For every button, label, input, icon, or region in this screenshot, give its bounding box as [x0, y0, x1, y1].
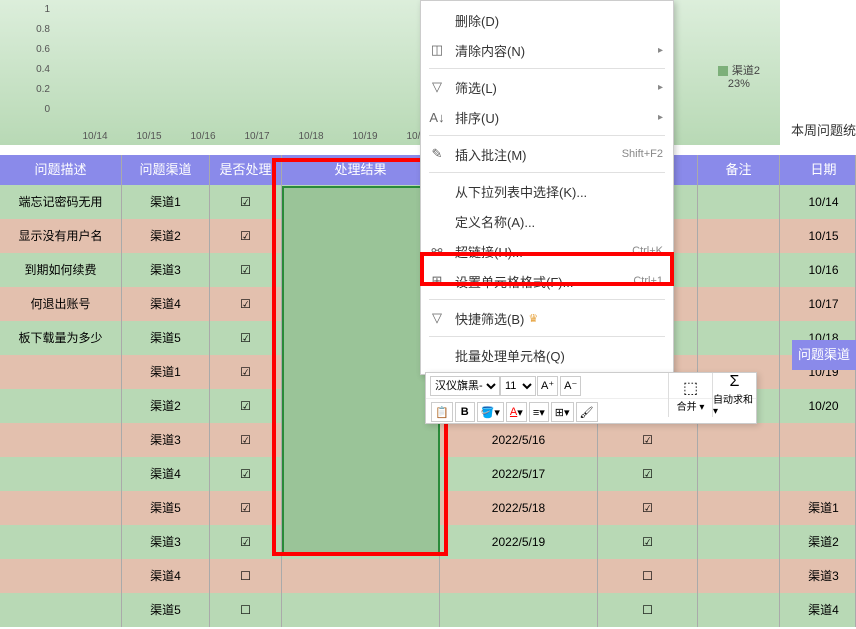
header-rdate[interactable]: 日期: [792, 155, 856, 185]
menu-sort[interactable]: A↓排序(U)▸: [421, 102, 673, 132]
context-menu: 删除(D) ◫清除内容(N)▸ ▽筛选(L)▸ A↓排序(U)▸ ✎插入批注(M…: [420, 0, 674, 375]
align-button[interactable]: ≡▾: [529, 402, 549, 422]
y-axis: 10.80.60.40.20: [30, 0, 50, 120]
font-color-button[interactable]: A▾: [506, 402, 527, 422]
header-channel[interactable]: 问题渠道: [122, 155, 210, 185]
increase-font-button[interactable]: A⁺: [537, 376, 558, 396]
table-row[interactable]: 渠道5☐☐渠道4: [0, 593, 856, 627]
menu-batch[interactable]: 批量处理单元格(Q): [421, 340, 673, 370]
menu-clear[interactable]: ◫清除内容(N)▸: [421, 35, 673, 65]
menu-delete[interactable]: 删除(D): [421, 5, 673, 35]
decrease-font-button[interactable]: A⁻: [560, 376, 581, 396]
menu-quickfilter[interactable]: ▽快捷筛选(B)♛: [421, 303, 673, 333]
menu-dropdown[interactable]: 从下拉列表中选择(K)...: [421, 176, 673, 206]
table-row[interactable]: 渠道5☑2022/5/18☑渠道1: [0, 491, 856, 525]
eraser-icon: ◫: [429, 42, 445, 58]
format-painter-button[interactable]: 🖌: [576, 402, 598, 422]
font-select[interactable]: 汉仪旗黑-5!: [430, 376, 500, 396]
menu-filter[interactable]: ▽筛选(L)▸: [421, 72, 673, 102]
bold-button[interactable]: B: [455, 402, 475, 422]
table-row[interactable]: 渠道3☑2022/5/19☑渠道2: [0, 525, 856, 559]
crown-icon: ♛: [528, 312, 538, 325]
size-select[interactable]: 11: [500, 376, 536, 396]
link-icon: ⚯: [429, 243, 445, 259]
menu-format[interactable]: ⊞设置单元格格式(F)...Ctrl+1: [421, 266, 673, 296]
menu-comment[interactable]: ✎插入批注(M)Shift+F2: [421, 139, 673, 169]
comment-icon: ✎: [429, 146, 445, 162]
format-icon: ⊞: [429, 273, 445, 289]
menu-define[interactable]: 定义名称(A)...: [421, 206, 673, 236]
table-row[interactable]: 渠道4☐☐渠道3: [0, 559, 856, 593]
funnel-icon: ▽: [429, 79, 445, 95]
sort-icon: A↓: [429, 110, 445, 125]
x-axis: 10/1410/1510/1610/1710/1810/1910/20: [68, 131, 446, 142]
fill-color-button[interactable]: 🪣▾: [477, 402, 504, 422]
right-header-channel[interactable]: 问题渠道: [792, 340, 856, 370]
header-desc[interactable]: 问题描述: [0, 155, 122, 185]
chart-legend: 渠道2 23%: [718, 62, 760, 90]
side-title: 本周问题统: [791, 120, 856, 139]
autosum-button[interactable]: Σ自动求和 ▾: [712, 373, 756, 417]
header-processed[interactable]: 是否处理: [210, 155, 282, 185]
copy-button[interactable]: 📋: [431, 402, 453, 422]
menu-link[interactable]: ⚯超链接(H)...Ctrl+K: [421, 236, 673, 266]
table-row[interactable]: 渠道3☑2022/5/16☑: [0, 423, 856, 457]
merge-button[interactable]: ⬚合并 ▾: [668, 373, 712, 417]
header-result[interactable]: 处理结果: [282, 155, 440, 185]
header-note[interactable]: 备注: [698, 155, 780, 185]
table-row[interactable]: 渠道4☑2022/5/17☑: [0, 457, 856, 491]
border-button[interactable]: ⊞▾: [551, 402, 574, 422]
floating-toolbar: 汉仪旗黑-5! 11 A⁺ A⁻ 📋 B 🪣▾ A▾ ≡▾ ⊞▾ 🖌 ⬚合并 ▾…: [425, 372, 757, 424]
filter-icon: ▽: [429, 310, 445, 326]
